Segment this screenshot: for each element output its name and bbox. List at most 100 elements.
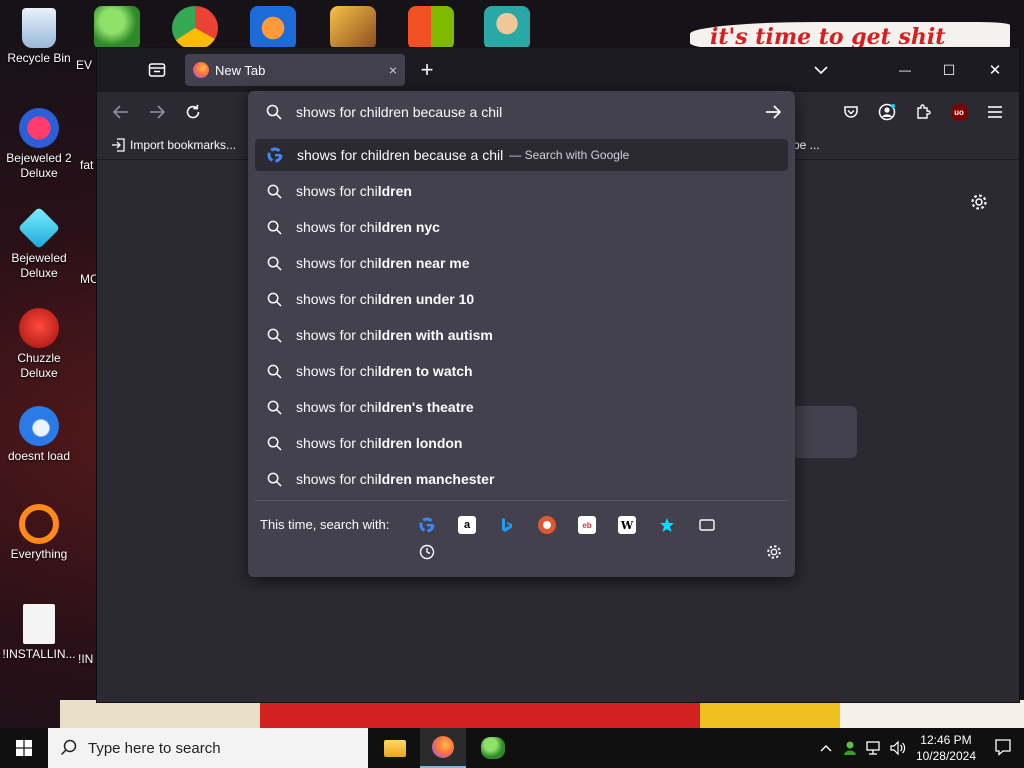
history-search-button[interactable] — [418, 543, 436, 561]
taskbar-clock[interactable]: 12:46 PM 10/28/2024 — [916, 732, 976, 764]
taskbar-file-explorer[interactable] — [372, 728, 418, 768]
game-icon[interactable] — [330, 6, 376, 50]
partial-icon-label: !IN — [78, 652, 94, 666]
back-button[interactable] — [105, 96, 137, 128]
ublock-origin-icon: uo — [950, 103, 968, 121]
microsoft-store-icon[interactable] — [408, 6, 454, 50]
recycle-bin-icon — [22, 8, 56, 48]
suggestion-hint: — Search with Google — [509, 148, 630, 162]
show-hidden-icons-button[interactable] — [820, 744, 832, 752]
url-input[interactable]: shows for children because a chil — [248, 91, 795, 133]
suggestion-item[interactable]: shows for children manchester — [255, 463, 788, 495]
ublock-origin-button[interactable]: uo — [943, 96, 975, 128]
msn-messenger-icon — [481, 737, 505, 759]
suggestion-typed-part: shows for chi — [296, 183, 378, 199]
search-icon — [267, 400, 282, 415]
tray-messenger-icon[interactable] — [842, 740, 858, 756]
wikipedia-icon: W — [620, 518, 634, 532]
desktop-icon-label: Recycle Bin — [7, 51, 71, 65]
suggestion-item[interactable]: shows for children's theatre — [255, 391, 788, 423]
network-button[interactable] — [866, 740, 882, 756]
suggestion-item[interactable]: shows for children under 10 — [255, 283, 788, 315]
new-tab-button[interactable]: + — [411, 54, 443, 86]
taskbar-messenger[interactable] — [470, 728, 516, 768]
firefox-view-button[interactable] — [141, 54, 173, 86]
suggestion-completion: ldren nyc — [377, 219, 440, 235]
tab-new-tab[interactable]: New Tab × — [185, 54, 405, 86]
desktop-icon-thunderbird[interactable]: doesnt load — [0, 406, 78, 464]
suggestion-item[interactable]: shows for children london — [255, 427, 788, 459]
google-engine-button[interactable] — [418, 516, 436, 534]
tabs-search-button[interactable] — [698, 516, 716, 534]
notifications-button[interactable] — [994, 738, 1012, 756]
pogo-icon[interactable] — [250, 6, 296, 50]
puzzle-piece-icon — [917, 104, 931, 119]
account-button[interactable] — [871, 96, 903, 128]
chuzzle-icon — [19, 308, 59, 348]
search-icon — [267, 472, 282, 487]
google-icon — [267, 147, 283, 163]
firefox-view-icon — [148, 63, 166, 77]
suggestion-typed-part: shows for chi — [296, 471, 378, 487]
suggestion-typed-part: shows for chi — [296, 399, 378, 415]
list-all-tabs-button[interactable] — [805, 54, 837, 86]
wikipedia-engine-button[interactable]: W — [618, 516, 636, 534]
suggestion-item[interactable]: shows for children — [255, 175, 788, 207]
tab-close-button[interactable]: × — [389, 62, 397, 78]
desktop-icon-recycle-bin[interactable]: Recycle Bin — [0, 8, 78, 66]
search-icon — [267, 256, 282, 271]
desktop-icon-everything[interactable]: Everything — [0, 504, 78, 562]
import-bookmarks-button[interactable]: Import bookmarks... — [111, 138, 236, 152]
firefox-logo-icon — [432, 736, 454, 758]
suggestion-typed-part: shows for children because a chil — [297, 147, 504, 163]
bejeweled-2-icon — [19, 108, 59, 148]
application-menu-button[interactable] — [979, 96, 1011, 128]
ebay-engine-button[interactable]: eb — [578, 516, 596, 534]
start-button[interactable] — [0, 728, 48, 768]
suggestion-typed-part: shows for chi — [296, 327, 378, 343]
reload-button[interactable] — [177, 96, 209, 128]
bing-engine-button[interactable] — [498, 516, 516, 534]
duckduckgo-engine-button[interactable] — [538, 516, 556, 534]
suggestion-item[interactable]: shows for children to watch — [255, 355, 788, 387]
import-icon — [112, 138, 125, 152]
suggestion-item[interactable]: shows for children near me — [255, 247, 788, 279]
everything-search-icon — [19, 504, 59, 544]
desktop-icon-bejeweled[interactable]: Bejeweled Deluxe — [0, 206, 78, 281]
suggestion-completion: ldren's theatre — [377, 399, 474, 415]
pocket-icon — [844, 106, 858, 118]
suggestion-typed-part: shows for chi — [296, 219, 378, 235]
taskbar-search-box[interactable]: Type here to search — [48, 728, 368, 768]
taskbar-firefox[interactable] — [420, 728, 466, 768]
reload-icon — [186, 104, 200, 119]
desktop-icon-chuzzle[interactable]: Chuzzle Deluxe — [0, 308, 78, 381]
go-button[interactable] — [765, 105, 781, 119]
suggestion-item[interactable]: shows for children because a chil — Searc… — [255, 139, 788, 171]
new-tab-search-box-partial[interactable] — [787, 406, 857, 458]
extensions-button[interactable] — [907, 96, 939, 128]
suggestion-item[interactable]: shows for children nyc — [255, 211, 788, 243]
desktop-icon-installing[interactable]: !INSTALLIN... — [0, 604, 78, 662]
character-game-icon[interactable] — [484, 6, 530, 50]
desktop-icon-bejeweled-2[interactable]: Bejeweled 2 Deluxe — [0, 108, 78, 181]
bookmarks-star-icon — [660, 518, 674, 532]
bookmark-item-partial[interactable]: pe ... — [793, 138, 820, 152]
search-icon — [267, 436, 282, 451]
chrome-icon[interactable] — [172, 6, 218, 50]
close-window-button[interactable]: ✕ — [979, 54, 1011, 86]
search-icon — [267, 364, 282, 379]
msn-messenger-icon[interactable] — [94, 6, 140, 50]
amazon-engine-button[interactable]: a — [458, 516, 476, 534]
forward-button[interactable] — [141, 96, 173, 128]
suggestion-completion: ldren to watch — [377, 363, 473, 379]
separator — [255, 500, 788, 501]
maximize-button[interactable]: ☐ — [933, 54, 965, 86]
search-settings-button[interactable] — [765, 543, 783, 561]
minimize-button[interactable]: — — [889, 54, 921, 86]
new-tab-settings-button[interactable] — [963, 186, 995, 218]
volume-button[interactable] — [890, 740, 906, 756]
pocket-button[interactable] — [835, 96, 867, 128]
bookmarks-search-button[interactable] — [658, 516, 676, 534]
chevron-up-icon — [820, 745, 832, 752]
suggestion-item[interactable]: shows for children with autism — [255, 319, 788, 351]
